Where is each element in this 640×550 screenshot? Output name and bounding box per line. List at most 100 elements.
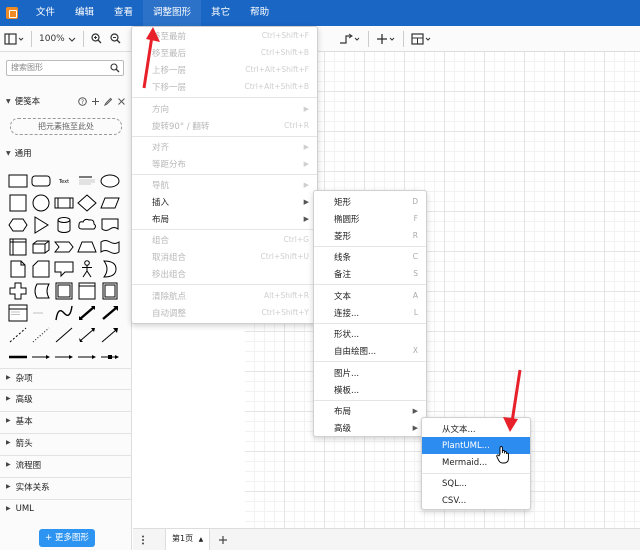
triangle-shape[interactable] [31,216,51,234]
menu-item-insert-advanced[interactable]: 高级 ▶ [314,419,426,436]
sidebar-section-er[interactable]: ▶ 实体关系 [0,477,132,495]
cross-shape[interactable] [8,282,28,300]
cloud-shape[interactable] [77,216,97,234]
menu-extras[interactable]: 其它 [201,0,240,26]
general-header[interactable]: ▼ 通用 [0,144,132,162]
menu-item-clear-waypoints[interactable]: 清除航点 Alt+Shift+R [132,287,317,304]
container-shape[interactable] [54,282,74,300]
zoom-in-button[interactable] [87,29,106,49]
menu-item-ungroup[interactable]: 取消组合 Ctrl+Shift+U [132,248,317,265]
circle-shape[interactable] [31,194,51,212]
menu-item-direction[interactable]: 方向 ▶ [132,100,317,117]
menu-item-plantuml[interactable]: PlantUML... [422,437,530,454]
add-icon[interactable] [91,97,100,106]
storage-shape[interactable] [31,282,51,300]
connector-2-labels-shape[interactable] [54,348,74,366]
sidebar-section-basic[interactable]: ▶ 基本 [0,411,132,429]
step-shape[interactable] [54,238,74,256]
menu-item-shapes[interactable]: 形状... [314,325,426,342]
menu-item-image[interactable]: 图片... [314,364,426,381]
textbox-shape[interactable] [77,172,97,190]
trapezoid-shape[interactable] [77,238,97,256]
scratchpad-drop-zone[interactable]: 把元素拖至此处 [10,118,122,135]
menu-item-link[interactable]: 连接... L [314,304,426,321]
cube-shape[interactable] [31,238,51,256]
text-shape[interactable]: Text [54,172,74,190]
swimlane-shape[interactable] [100,282,120,300]
document-shape[interactable] [100,216,120,234]
menu-edit[interactable]: 编辑 [65,0,104,26]
rounded-rectangle-shape[interactable] [31,172,51,190]
bidirectional-connector-shape[interactable] [77,326,97,344]
note-shape[interactable] [8,260,28,278]
square-shape[interactable] [8,194,28,212]
menu-view[interactable]: 查看 [104,0,143,26]
waypoint-style-button[interactable] [335,29,365,49]
card-shape[interactable] [31,260,51,278]
or-shape[interactable] [100,260,120,278]
menu-item-insert-layout[interactable]: 布局 ▶ [314,402,426,419]
table-button[interactable] [407,29,437,49]
cylinder-shape[interactable] [54,216,74,234]
scratchpad-header[interactable]: ▼ 便笺本 ? [0,92,132,110]
sidebar-section-misc[interactable]: ▶ 杂项 [0,368,132,386]
menu-item-ellipse[interactable]: 椭圆形 F [314,210,426,227]
pencil-icon[interactable] [104,97,113,106]
menu-item-insert[interactable]: 插入 ▶ [132,193,317,210]
dotted-line-shape[interactable] [31,326,51,344]
diamond-shape[interactable] [77,194,97,212]
menu-help[interactable]: 帮助 [240,0,279,26]
zoom-select[interactable]: 100% [35,29,80,49]
menu-item-rhombus[interactable]: 菱形 R [314,227,426,244]
callout-shape[interactable] [54,260,74,278]
insert-button[interactable] [372,29,400,49]
connector-3-labels-shape[interactable] [77,348,97,366]
menu-item-rotate-flip[interactable]: 旋转90° / 翻转 Ctrl+R [132,117,317,134]
sidebar-section-arrows[interactable]: ▶ 箭头 [0,433,132,451]
menu-item-note[interactable]: 备注 S [314,265,426,282]
tape-shape[interactable] [100,238,120,256]
close-icon[interactable] [117,97,126,106]
connector-label-shape[interactable] [31,348,51,366]
list-shape[interactable] [8,304,28,322]
menu-item-template[interactable]: 模板... [314,381,426,398]
menu-item-align[interactable]: 对齐 ▶ [132,138,317,155]
directional-connector-shape[interactable] [100,326,120,344]
search-input[interactable]: 搜索图形 [6,60,124,76]
connector-symbol-shape[interactable] [100,348,120,366]
actor-shape[interactable] [77,260,97,278]
add-page-icon[interactable] [218,535,228,545]
more-vertical-icon[interactable] [141,535,145,545]
menu-item-freehand[interactable]: 自由绘图... X [314,342,426,359]
page-tab[interactable]: 第1页 ▲ [165,528,211,550]
menu-item-sql[interactable]: SQL... [422,475,530,492]
menu-item-csv[interactable]: CSV... [422,492,530,509]
rectangle-shape[interactable] [8,172,28,190]
menu-arrange[interactable]: 调整图形 [143,0,202,26]
help-icon[interactable]: ? [78,96,87,106]
menu-item-group[interactable]: 组合 Ctrl+G [132,231,317,248]
sidebar-toggle-button[interactable] [0,29,28,49]
menu-item-remove-from-group[interactable]: 移出组合 [132,265,317,282]
arrow-shape[interactable] [100,304,120,322]
menu-item-line[interactable]: 线条 C [314,248,426,265]
hexagon-shape[interactable] [8,216,28,234]
search-icon[interactable] [110,63,120,73]
sidebar-section-advanced[interactable]: ▶ 高级 [0,389,132,407]
zoom-out-button[interactable] [106,29,125,49]
dashed-line-shape[interactable] [8,326,28,344]
frame-shape[interactable] [77,282,97,300]
link-shape[interactable] [8,348,28,366]
menu-item-mermaid[interactable]: Mermaid... [422,454,530,471]
internal-storage-shape[interactable] [8,238,28,256]
line-shape[interactable] [54,326,74,344]
parallelogram-shape[interactable] [100,194,120,212]
menu-item-rectangle[interactable]: 矩形 D [314,193,426,210]
ellipse-shape[interactable] [100,172,120,190]
process-shape[interactable] [54,194,74,212]
menu-item-text[interactable]: 文本 A [314,287,426,304]
more-shapes-button[interactable]: + 更多图形 [39,529,95,547]
menu-item-distribute[interactable]: 等距分布 ▶ [132,155,317,172]
bidirectional-arrow-shape[interactable] [77,304,97,322]
menu-item-autosize[interactable]: 自动调整 Ctrl+Shift+Y [132,304,317,321]
